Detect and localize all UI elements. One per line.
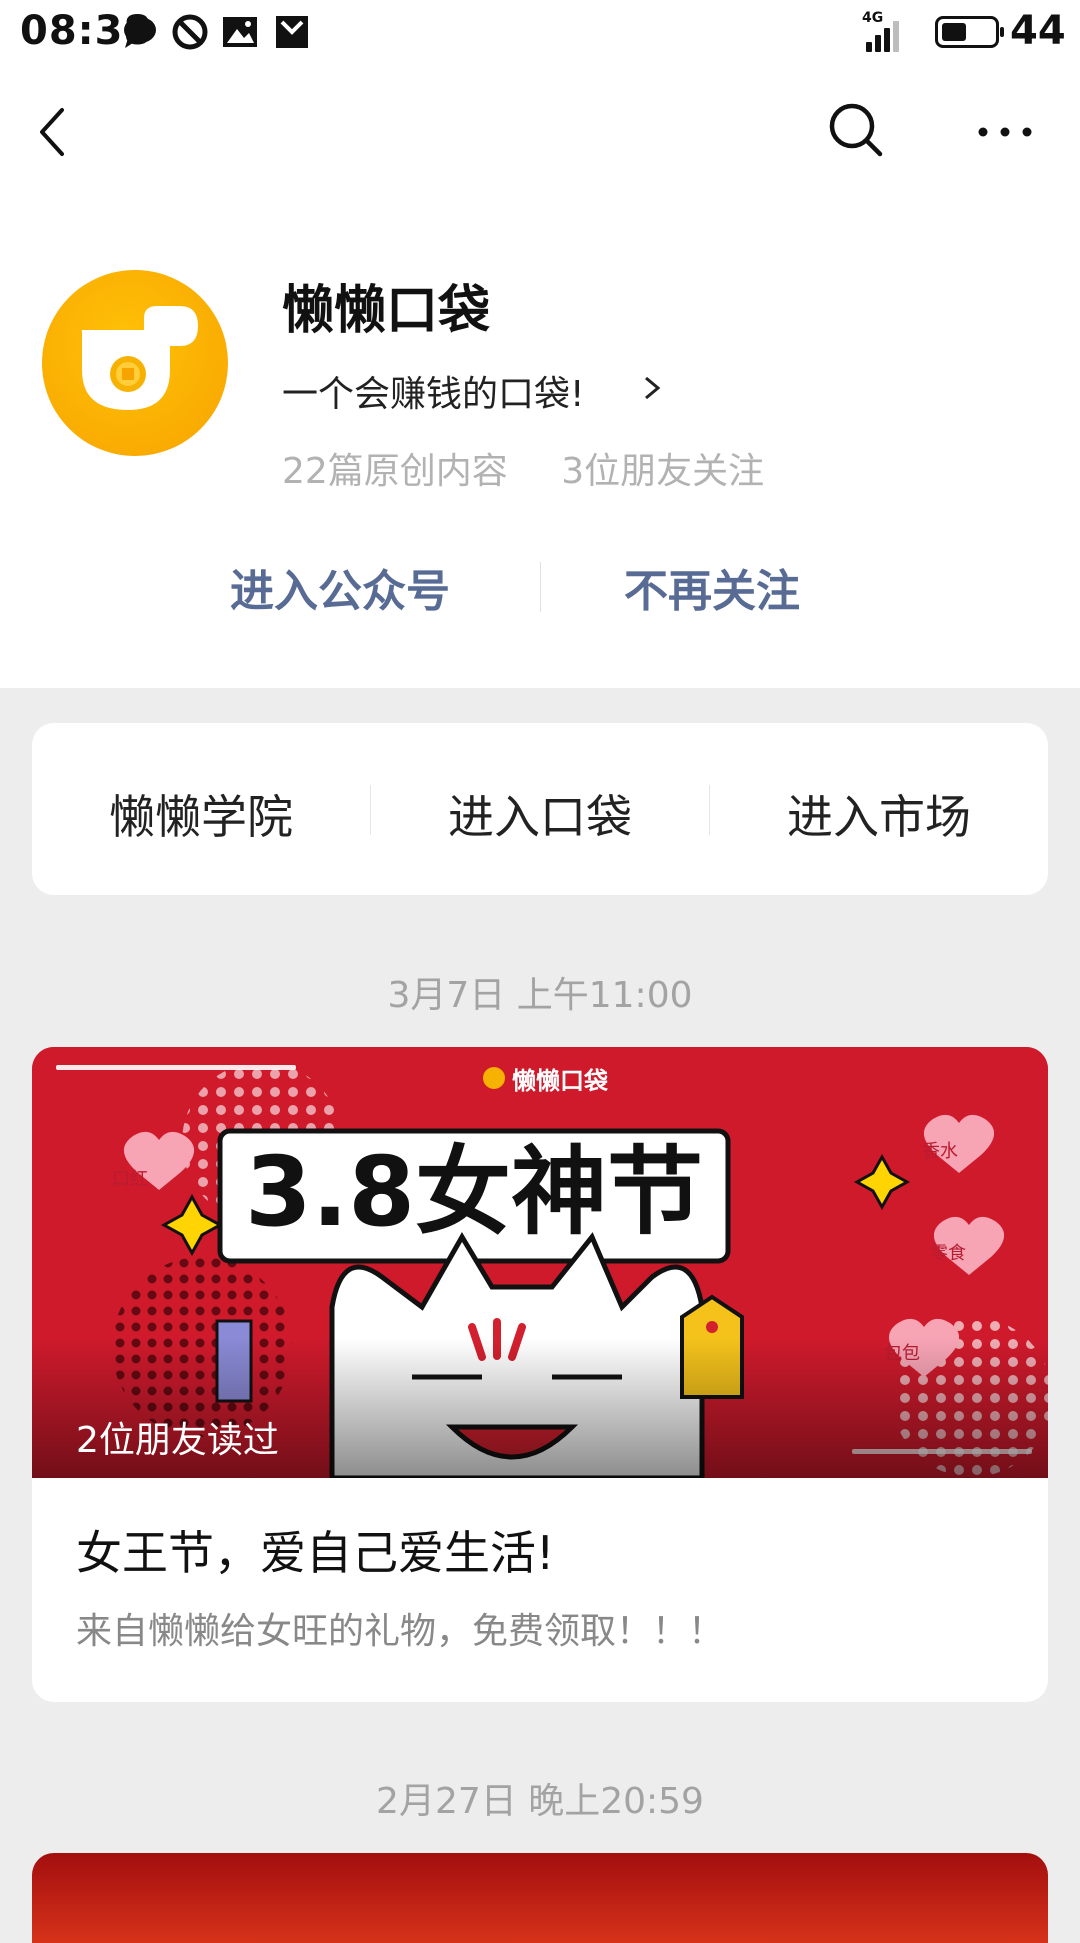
more-icon[interactable] xyxy=(975,112,1035,152)
cover-headline: 3.8女神节 xyxy=(245,1136,703,1248)
action-divider xyxy=(540,562,541,612)
battery-level: 44 xyxy=(1010,8,1066,54)
search-icon[interactable] xyxy=(826,100,886,160)
mail-icon xyxy=(276,16,308,48)
back-icon[interactable] xyxy=(34,104,74,160)
battery-icon xyxy=(935,16,1004,48)
svg-text:零食: 零食 xyxy=(930,1243,966,1264)
article-cover[interactable]: 懒懒口袋 口红 香水 零食 包包 3.8女神节 xyxy=(32,1047,1048,1478)
friends-read: 2位朋友读过 xyxy=(76,1420,279,1461)
article-title[interactable]: 女王节，爱自己爱生活! xyxy=(76,1517,554,1583)
svg-text:香水: 香水 xyxy=(922,1141,958,1162)
menu-item-pocket[interactable]: 进入口袋 xyxy=(371,781,709,847)
article-description: 来自懒懒给女旺的礼物，免费领取！！！ xyxy=(76,1611,725,1652)
account-menu: 懒懒学院 进入口袋 进入市场 xyxy=(32,723,1048,895)
unfollow-button[interactable]: 不再关注 xyxy=(624,555,800,619)
friends-follow: 3位朋友关注 xyxy=(561,451,765,492)
message-icon xyxy=(124,17,156,48)
account-stats: 22篇原创内容 3位朋友关注 xyxy=(282,442,806,494)
article-card[interactable]: 懒懒口袋 口红 香水 零食 包包 3.8女神节 xyxy=(32,1047,1048,1702)
article-date: 3月7日 上午11:00 xyxy=(387,975,693,1016)
account-slogan[interactable]: 一个会赚钱的口袋! xyxy=(282,365,584,417)
chevron-right-icon[interactable] xyxy=(640,370,664,406)
status-bar: 08:38 4G 44 xyxy=(0,0,1080,66)
avatar[interactable] xyxy=(42,270,228,456)
gallery-icon xyxy=(223,17,257,47)
no-disturb-icon xyxy=(172,14,208,50)
menu-item-academy[interactable]: 懒懒学院 xyxy=(32,781,370,847)
enter-account-button[interactable]: 进入公众号 xyxy=(230,555,450,619)
article-date: 2月27日 晚上20:59 xyxy=(376,1781,704,1822)
article-card[interactable] xyxy=(32,1853,1048,1943)
account-name: 懒懒口袋 xyxy=(282,281,491,341)
signal-icon xyxy=(866,18,910,52)
cover-logo: 懒懒口袋 xyxy=(512,1067,609,1095)
pocket-logo-icon xyxy=(82,306,198,410)
original-count: 22篇原创内容 xyxy=(282,451,508,492)
svg-text:口红: 口红 xyxy=(112,1169,148,1190)
menu-item-market[interactable]: 进入市场 xyxy=(710,781,1048,847)
